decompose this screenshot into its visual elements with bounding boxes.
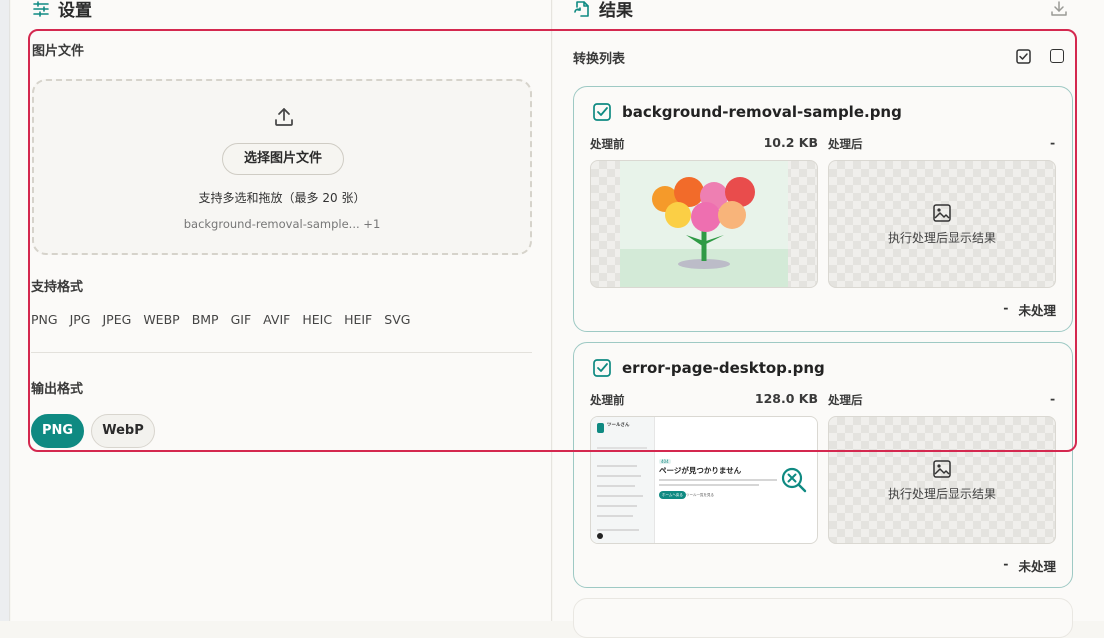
- checkbox-checked-icon[interactable]: [593, 359, 611, 377]
- format-item: HEIC: [302, 312, 333, 327]
- settings-title: 设置: [32, 0, 92, 21]
- file-size: 128.0 KB: [754, 391, 818, 406]
- format-item: BMP: [191, 312, 219, 327]
- status-dash: -: [1003, 556, 1009, 571]
- thumbnail-button-home: ホームへ戻る: [659, 491, 686, 499]
- status-dash: -: [1003, 300, 1009, 315]
- upload-icon: [275, 108, 293, 126]
- thumbnail-brand: ツールさん: [607, 423, 630, 428]
- format-item: HEIF: [344, 312, 373, 327]
- image-files-label: 图片文件: [32, 44, 85, 59]
- thumbnail-tag: 404: [659, 459, 671, 464]
- results-panel: 结果 转换列表 background-removal-sample.png 处理…: [553, 0, 1104, 638]
- file-dropzone[interactable]: 选择图片文件 支持多选和拖放（最多 20 张） background-remov…: [32, 79, 532, 255]
- supported-formats-label: 支持格式: [31, 280, 84, 295]
- conversion-list-label: 转换列表: [573, 52, 626, 67]
- supported-formats-list: PNG JPG JPEG WEBP BMP GIF AVIF HEIC HEIF…: [31, 312, 410, 327]
- results-title: 结果: [573, 0, 633, 21]
- search-error-icon: [781, 467, 807, 493]
- before-preview: [590, 160, 818, 288]
- image-placeholder-icon: [933, 204, 951, 222]
- file-name: background-removal-sample.png: [622, 103, 902, 121]
- format-item: JPEG: [102, 312, 132, 327]
- after-label: 处理后: [828, 393, 863, 407]
- before-label: 处理前: [590, 393, 625, 407]
- format-item: GIF: [230, 312, 252, 327]
- thumbnail-button-list: ツール一覧を見る: [686, 493, 714, 497]
- after-size: -: [1050, 135, 1056, 150]
- file-convert-icon: [574, 0, 589, 17]
- output-format-webp-button[interactable]: WebP: [91, 414, 155, 448]
- selected-files-summary: background-removal-sample... +1: [183, 217, 381, 231]
- output-format-label: 输出格式: [31, 382, 84, 397]
- thumbnail-heading: ページが見つかりません: [659, 466, 742, 475]
- image-placeholder-icon: [933, 460, 951, 478]
- settings-title-text: 设置: [58, 1, 92, 21]
- format-item: AVIF: [263, 312, 291, 327]
- drop-hint: 支持多选和拖放（最多 20 张）: [198, 191, 366, 205]
- status-text: 未处理: [1018, 303, 1056, 318]
- result-card: error-page-desktop.png 处理前 128.0 KB 处理后 …: [573, 342, 1073, 588]
- processing-status: - 未处理: [1003, 300, 1056, 319]
- deselect-all-checkbox[interactable]: [1050, 49, 1064, 63]
- after-preview: 执行处理后显示结果: [828, 160, 1056, 288]
- format-item: SVG: [384, 312, 411, 327]
- after-placeholder-text: 执行处理后显示结果: [887, 231, 996, 245]
- flower-thumbnail-image: [620, 161, 788, 287]
- processing-status: - 未处理: [1003, 556, 1056, 575]
- file-name: error-page-desktop.png: [622, 359, 825, 377]
- after-placeholder-text: 执行处理后显示结果: [887, 487, 996, 501]
- result-card-partial: [573, 598, 1073, 638]
- file-size: 10.2 KB: [763, 135, 818, 150]
- output-format-png-button[interactable]: PNG: [31, 414, 84, 448]
- after-label: 处理后: [828, 137, 863, 151]
- format-item: JPG: [69, 312, 91, 327]
- window-edge: [0, 0, 10, 621]
- results-title-text: 结果: [599, 1, 633, 21]
- settings-panel: 设置 图片文件 选择图片文件 支持多选和拖放（最多 20 张） backgrou…: [11, 0, 552, 621]
- sliders-icon: [33, 0, 49, 17]
- checkbox-checked-icon[interactable]: [593, 103, 611, 121]
- before-label: 处理前: [590, 137, 625, 151]
- format-item: PNG: [31, 312, 58, 327]
- choose-files-button[interactable]: 选择图片文件: [222, 143, 344, 175]
- error-page-thumbnail-image: ツールさん 404 ページが見つかりません ホームへ戻る ツール一覧を見る: [591, 417, 817, 543]
- format-item: WEBP: [143, 312, 180, 327]
- status-text: 未处理: [1018, 559, 1056, 574]
- select-all-icon[interactable]: [1016, 49, 1031, 64]
- after-size: -: [1050, 391, 1056, 406]
- download-icon[interactable]: [1050, 0, 1068, 18]
- result-card: background-removal-sample.png 处理前 10.2 K…: [573, 86, 1073, 332]
- before-preview: ツールさん 404 ページが見つかりません ホームへ戻る ツール一覧を見る: [590, 416, 818, 544]
- after-preview: 执行处理后显示结果: [828, 416, 1056, 544]
- section-divider: [31, 352, 532, 353]
